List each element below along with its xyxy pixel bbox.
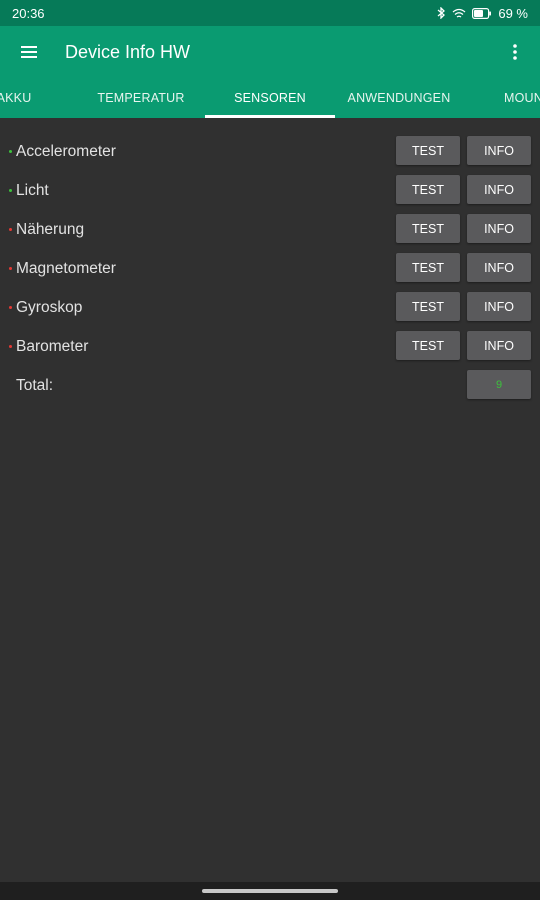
sensor-row-licht: Licht TEST INFO	[0, 173, 540, 212]
active-tab-indicator	[205, 115, 335, 118]
menu-button[interactable]	[0, 26, 60, 78]
status-dot	[9, 150, 12, 153]
total-label: Total:	[16, 377, 54, 394]
overflow-menu-button[interactable]	[490, 26, 540, 78]
sensor-name: Gyroskop	[16, 299, 83, 316]
hamburger-menu-icon	[21, 46, 37, 58]
status-dot	[9, 228, 12, 231]
status-time: 20:36	[12, 5, 45, 21]
wifi-icon	[452, 8, 466, 18]
tab-mount[interactable]: MOUN	[498, 78, 540, 118]
total-row: Total: 9	[0, 368, 540, 407]
test-button[interactable]: TEST	[396, 175, 460, 204]
sensor-name: Licht	[16, 182, 49, 199]
status-dot	[9, 306, 12, 309]
test-button[interactable]: TEST	[396, 214, 460, 243]
sensor-name: Accelerometer	[16, 143, 116, 160]
test-button[interactable]: TEST	[396, 253, 460, 282]
status-icons: 69 %	[437, 6, 528, 21]
test-button[interactable]: TEST	[396, 292, 460, 321]
tab-sensoren[interactable]: SENSOREN	[205, 78, 335, 118]
sensor-name: Näherung	[16, 221, 85, 238]
app-title: Device Info HW	[65, 41, 191, 62]
status-bar: 20:36 69 %	[0, 0, 540, 26]
navigation-bar	[0, 882, 540, 900]
info-button[interactable]: INFO	[467, 253, 531, 282]
info-button[interactable]: INFO	[467, 175, 531, 204]
sensor-row-gyroskop: Gyroskop TEST INFO	[0, 290, 540, 329]
status-dot	[9, 189, 12, 192]
sensor-row-naeherung: Näherung TEST INFO	[0, 212, 540, 251]
info-button[interactable]: INFO	[467, 292, 531, 321]
tab-akku[interactable]: AKKU	[0, 78, 64, 118]
status-dot	[9, 267, 12, 270]
tab-temperatur[interactable]: TEMPERATUR	[76, 78, 206, 118]
gesture-handle[interactable]	[202, 889, 338, 893]
battery-icon	[472, 7, 492, 19]
app-bar: Device Info HW	[0, 26, 540, 78]
test-button[interactable]: TEST	[396, 331, 460, 360]
total-value: 9	[467, 370, 531, 399]
info-button[interactable]: INFO	[467, 331, 531, 360]
more-vert-icon	[513, 44, 517, 60]
bluetooth-icon	[437, 7, 446, 19]
sensor-name: Magnetometer	[16, 260, 116, 277]
info-button[interactable]: INFO	[467, 214, 531, 243]
sensor-name: Barometer	[16, 338, 89, 355]
tab-bar: AKKU TEMPERATUR SENSOREN ANWENDUNGEN MOU…	[0, 78, 540, 118]
sensor-row-magnetometer: Magnetometer TEST INFO	[0, 251, 540, 290]
tab-anwendungen[interactable]: ANWENDUNGEN	[334, 78, 464, 118]
test-button[interactable]: TEST	[396, 136, 460, 165]
sensor-row-barometer: Barometer TEST INFO	[0, 329, 540, 368]
status-dot	[9, 345, 12, 348]
battery-percent: 69 %	[498, 5, 528, 21]
info-button[interactable]: INFO	[467, 136, 531, 165]
sensor-row-accelerometer: Accelerometer TEST INFO	[0, 134, 540, 173]
